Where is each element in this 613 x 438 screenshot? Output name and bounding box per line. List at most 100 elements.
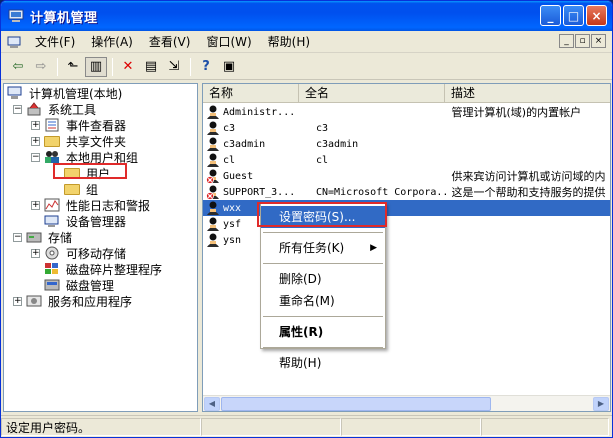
console-view-icon[interactable]: ▣: [218, 57, 240, 77]
user-description-cell: 这是一个帮助和支持服务的提供: [451, 186, 606, 199]
user-fullname-cell: c3: [315, 122, 329, 134]
window-title: 计算机管理: [30, 10, 98, 26]
child-minimize-button[interactable]: _: [559, 34, 574, 48]
scroll-right-button[interactable]: ▶: [593, 397, 609, 411]
user-description-cell: 管理计算机(域)的内置帐户: [451, 106, 582, 119]
disabled-user-icon: [206, 185, 221, 200]
menu-item-help[interactable]: 帮助(H): [261, 352, 385, 374]
tree-item-groups[interactable]: 组: [64, 181, 100, 197]
shared-folder-icon: [44, 134, 60, 148]
device-manager-icon: [44, 214, 60, 228]
user-row[interactable]: SUPPORT_3... CN=Microsoft Corpora... 这是一个帮…: [203, 184, 610, 200]
export-list-icon[interactable]: ⇲: [163, 57, 185, 77]
tree-item-removable-storage[interactable]: + 可移动存储: [31, 245, 128, 261]
console-icon[interactable]: [7, 35, 21, 49]
tree-item-storage[interactable]: − 存储: [13, 229, 74, 245]
menu-item-all-tasks[interactable]: 所有任务(K) ▶: [261, 237, 385, 259]
tree-item-services-apps[interactable]: + 服务和应用程序: [13, 293, 134, 309]
column-header-name[interactable]: 名称: [203, 84, 299, 103]
menu-file[interactable]: 文件(F): [27, 32, 83, 52]
minimize-button[interactable]: _: [540, 5, 561, 26]
help-icon[interactable]: ?: [195, 57, 217, 77]
menu-item-rename[interactable]: 重命名(M): [261, 290, 385, 312]
title-bar[interactable]: 计算机管理 _ □ ×: [1, 1, 612, 31]
tree-item-perf-logs[interactable]: + 性能日志和警报: [31, 197, 152, 213]
tools-icon: [26, 102, 42, 116]
menu-view[interactable]: 查看(V): [141, 32, 199, 52]
status-panel-2: [201, 417, 341, 436]
user-row[interactable]: cl cl: [203, 152, 610, 168]
toolbar: ⇦ ⇨ ⬑ ▥ ✕ ▤ ⇲ ? ▣: [1, 54, 612, 80]
up-one-level-icon[interactable]: ⬑: [62, 57, 84, 77]
menu-window[interactable]: 窗口(W): [198, 32, 259, 52]
user-name-cell: Guest: [223, 170, 254, 182]
user-icon: [206, 153, 221, 168]
expand-icon[interactable]: +: [31, 120, 40, 130]
highlight-box-users: [53, 163, 127, 179]
console-tree[interactable]: 计算机管理(本地) − 系统工具 + 事件查看器 + 共享文件夹 − 本地用户和…: [3, 83, 198, 412]
show-hide-tree-icon[interactable]: ▥: [85, 56, 107, 77]
menu-item-properties[interactable]: 属性(R): [261, 321, 385, 343]
perf-logs-icon: [44, 198, 60, 212]
computer-icon: [7, 86, 23, 100]
highlight-box-set-password: [257, 202, 387, 227]
user-row[interactable]: Administr... 管理计算机(域)的内置帐户: [203, 104, 610, 120]
child-close-button[interactable]: ×: [591, 34, 606, 48]
status-panel-4: [481, 417, 609, 436]
user-icon: [206, 217, 221, 232]
user-name-cell: Administr...: [223, 106, 296, 118]
user-icon: [206, 201, 221, 216]
collapse-icon[interactable]: −: [13, 232, 22, 242]
tree-item-shared-folders[interactable]: + 共享文件夹: [31, 133, 128, 149]
disabled-user-icon: [206, 169, 221, 184]
menu-help[interactable]: 帮助(H): [260, 32, 318, 52]
removable-storage-icon: [44, 246, 60, 260]
menu-action[interactable]: 操作(A): [83, 32, 141, 52]
user-fullname-cell: c3admin: [315, 138, 359, 150]
back-icon[interactable]: ⇦: [7, 57, 29, 77]
user-icon: [206, 137, 221, 152]
collapse-icon[interactable]: −: [31, 152, 40, 162]
defrag-icon: [44, 262, 60, 276]
user-icon: [206, 233, 221, 248]
scroll-thumb[interactable]: [221, 397, 491, 411]
computer-management-window: 计算机管理 _ □ × 文件(F) 操作(A) 查看(V) 窗口(W) 帮助(H…: [0, 0, 613, 438]
scroll-left-button[interactable]: ◀: [204, 397, 220, 411]
user-fullname-cell: cl: [315, 154, 329, 166]
expand-icon[interactable]: +: [31, 200, 40, 210]
tree-item-root[interactable]: 计算机管理(本地): [7, 85, 124, 101]
user-name-cell: SUPPORT_3...: [223, 186, 296, 198]
submenu-arrow-icon: ▶: [370, 243, 377, 253]
user-icon: [206, 105, 221, 120]
tree-item-device-manager[interactable]: 设备管理器: [44, 213, 128, 229]
child-restore-button[interactable]: ▫: [575, 34, 590, 48]
user-row[interactable]: Guest 供来宾访问计算机或访问域的内: [203, 168, 610, 184]
disk-management-icon: [44, 278, 60, 292]
services-icon: [26, 294, 42, 308]
horizontal-scrollbar[interactable]: ◀ ▶: [203, 395, 610, 411]
expand-icon[interactable]: +: [13, 296, 22, 306]
user-row[interactable]: c3admin c3admin: [203, 136, 610, 152]
delete-icon[interactable]: ✕: [117, 57, 139, 77]
user-name-cell: cl: [223, 154, 236, 166]
collapse-icon[interactable]: −: [13, 104, 22, 114]
tree-item-system-tools[interactable]: − 系统工具: [13, 101, 98, 117]
properties-icon[interactable]: ▤: [140, 57, 162, 77]
user-description-cell: 供来宾访问计算机或访问域的内: [451, 170, 606, 183]
tree-item-disk-management[interactable]: 磁盘管理: [44, 277, 116, 293]
list-header: 名称 全名 描述: [203, 84, 610, 103]
expand-icon[interactable]: +: [31, 136, 40, 146]
tree-item-event-viewer[interactable]: + 事件查看器: [31, 117, 128, 133]
maximize-button[interactable]: □: [563, 5, 584, 26]
close-button[interactable]: ×: [586, 5, 607, 26]
column-header-description[interactable]: 描述: [445, 84, 610, 103]
menu-item-delete[interactable]: 删除(D): [261, 268, 385, 290]
user-row[interactable]: c3 c3: [203, 120, 610, 136]
tree-item-defrag[interactable]: 磁盘碎片整理程序: [44, 261, 164, 277]
forward-icon[interactable]: ⇨: [30, 57, 52, 77]
user-name-cell: c3: [223, 122, 236, 134]
expand-icon[interactable]: +: [31, 248, 40, 258]
column-header-fullname[interactable]: 全名: [299, 84, 445, 103]
user-fullname-cell: CN=Microsoft Corpora...: [315, 186, 446, 198]
status-text: 设定用户密码。: [1, 417, 201, 436]
